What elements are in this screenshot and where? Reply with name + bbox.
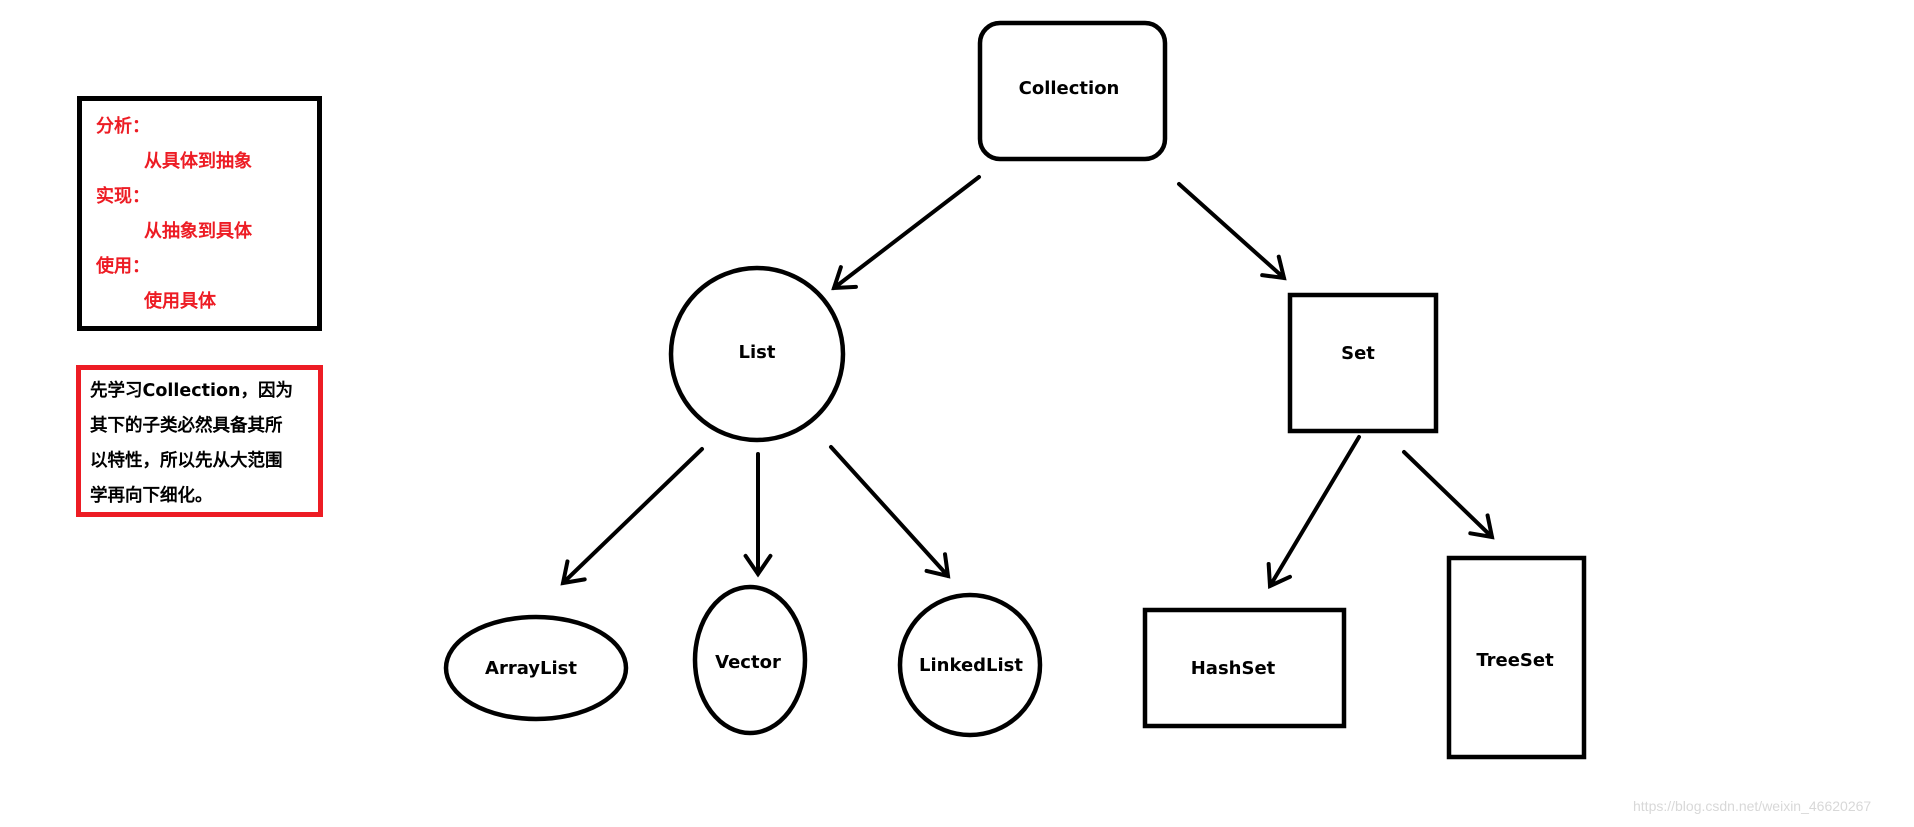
arrow-list-to-linkedlist [829,445,951,579]
arrow-list-to-arraylist [560,447,704,586]
watermark: https://blog.csdn.net/weixin_46620267 [1633,798,1872,814]
node-hashset-label: HashSet [1191,658,1276,679]
node-list-label: List [739,342,776,363]
node-linkedlist-label: LinkedList [919,655,1023,676]
node-set-label: Set [1341,343,1375,364]
arrow-set-to-treeset [1402,450,1495,540]
arrow-collection-to-set [1177,182,1287,281]
arrow-set-to-hashset [1266,435,1361,590]
arrow-list-to-vector [743,452,773,578]
hierarchy-diagram: Collection List Set ArrayList Vector Lin… [443,20,1587,760]
node-treeset-label: TreeSet [1476,650,1554,671]
node-vector-label: Vector [715,652,781,673]
arrow-collection-to-list [831,175,981,291]
node-arraylist-label: ArrayList [485,658,577,679]
node-collection-label: Collection [1019,78,1120,99]
